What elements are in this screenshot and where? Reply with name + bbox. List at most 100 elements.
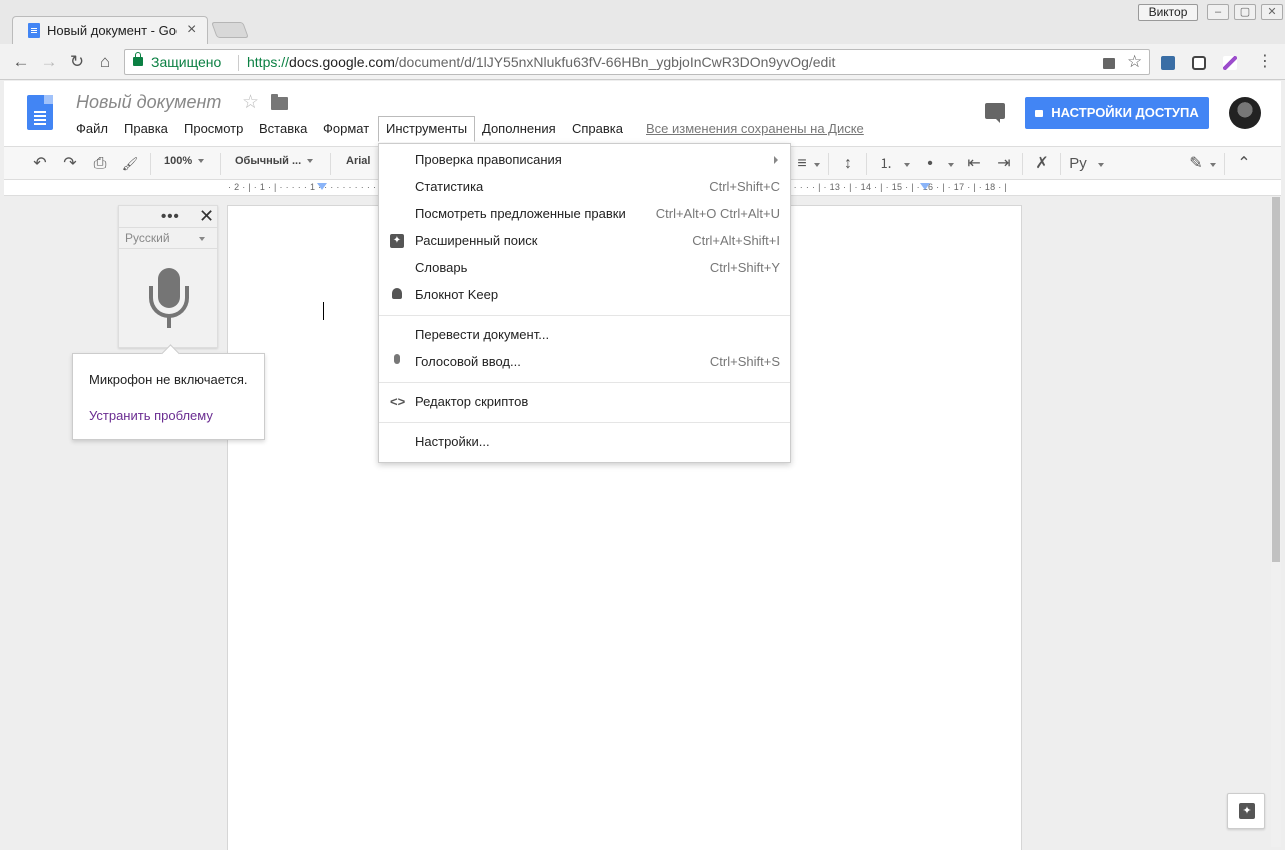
browser-menu-icon[interactable]: ⋮ [1255, 52, 1275, 72]
menu-item-shortcut: Ctrl+Alt+Shift+I [692, 233, 780, 248]
menu-item-preferences[interactable]: Настройки... [379, 429, 790, 456]
chevron-down-icon[interactable] [904, 163, 910, 167]
paint-format-icon[interactable]: 🖌 [120, 154, 140, 174]
close-icon[interactable]: ✕ [199, 206, 214, 227]
collapse-menu-icon[interactable]: ⌃ [1234, 154, 1254, 174]
profile-name-badge[interactable]: Виктор [1138, 4, 1198, 21]
keep-extension-icon[interactable] [1192, 56, 1206, 70]
reload-icon[interactable]: ↻ [67, 52, 87, 72]
omnibox-divider [238, 55, 239, 71]
share-button[interactable]: НАСТРОЙКИ ДОСТУПА [1025, 97, 1209, 129]
editing-mode-icon[interactable]: ✎ [1186, 154, 1206, 174]
star-document-icon[interactable]: ☆ [242, 91, 259, 114]
style-select[interactable]: Обычный ... [235, 155, 314, 167]
browser-tab[interactable]: Новый документ - Google Документы × [12, 16, 208, 44]
zoom-select[interactable]: 100% [164, 155, 205, 167]
menu-file[interactable]: Файл [69, 119, 115, 141]
maximize-button[interactable]: ▢ [1234, 4, 1256, 20]
home-icon[interactable]: ⌂ [95, 52, 115, 72]
menu-view[interactable]: Просмотр [177, 119, 250, 141]
vertical-scrollbar[interactable] [1271, 197, 1281, 847]
decrease-indent-icon[interactable]: ⇤ [964, 154, 984, 174]
save-jpg-extension-icon[interactable] [1161, 56, 1175, 70]
menu-help[interactable]: Справка [565, 119, 630, 141]
bookmark-star-icon[interactable]: ☆ [1127, 52, 1142, 72]
browser-titlebar: Новый документ - Google Документы × Викт… [0, 0, 1285, 44]
menu-item-script-editor[interactable]: <> Редактор скриптов [379, 389, 790, 416]
menu-item-review-suggestions[interactable]: Посмотреть предложенные правки Ctrl+Alt+… [379, 201, 790, 228]
menu-addons[interactable]: Дополнения [475, 119, 563, 141]
chevron-down-icon[interactable] [948, 163, 954, 167]
document-title[interactable]: Новый документ [76, 92, 221, 113]
input-tools-icon[interactable]: Ру [1066, 154, 1090, 174]
redo-icon[interactable]: ↷ [60, 154, 80, 174]
back-icon[interactable]: ← [11, 52, 31, 72]
menu-item-voice-typing[interactable]: Голосовой ввод... Ctrl+Shift+S [379, 349, 790, 376]
menu-tools[interactable]: Инструменты [378, 116, 476, 142]
docs-logo-icon[interactable] [27, 95, 53, 130]
tab-close-icon[interactable]: × [187, 21, 196, 39]
chevron-down-icon [307, 159, 314, 164]
saved-status-link[interactable]: Все изменения сохранены на Диске [646, 121, 864, 136]
lock-icon [1035, 110, 1044, 117]
menu-item-label: Перевести документ... [415, 327, 550, 342]
menu-edit[interactable]: Правка [117, 119, 175, 141]
explore-icon: ✦ [1239, 803, 1255, 819]
bulleted-list-icon[interactable]: • [920, 154, 940, 174]
share-button-label: НАСТРОЙКИ ДОСТУПА [1051, 105, 1199, 120]
minimize-button[interactable]: – [1207, 4, 1229, 20]
chevron-down-icon[interactable] [1098, 163, 1104, 167]
explore-button[interactable]: ✦ [1227, 793, 1265, 829]
toolbar-divider [220, 153, 221, 175]
language-select[interactable]: Русский [119, 227, 217, 249]
address-bar[interactable]: Защищено https://docs.google.com/documen… [124, 49, 1150, 75]
comments-icon[interactable] [985, 103, 1005, 123]
text-cursor [323, 302, 324, 320]
scrollbar-thumb[interactable] [1272, 197, 1280, 562]
menu-item-label: Посмотреть предложенные правки [415, 206, 626, 221]
close-window-button[interactable]: ✕ [1261, 4, 1283, 20]
menu-item-keep-notepad[interactable]: Блокнот Keep [379, 282, 790, 309]
line-spacing-icon[interactable]: ↕ [838, 154, 858, 174]
toolbar-divider [1224, 153, 1225, 175]
toolbar-divider [330, 153, 331, 175]
font-select[interactable]: Arial [346, 155, 370, 167]
menu-item-shortcut: Ctrl+Shift+S [709, 354, 780, 369]
forward-icon[interactable]: → [39, 52, 59, 72]
menu-item-label: Редактор скриптов [415, 394, 529, 409]
menu-item-label: Статистика [415, 179, 484, 194]
docs-header: Новый документ ☆ Файл Правка Просмотр Вс… [4, 81, 1281, 146]
left-indent-marker[interactable] [317, 183, 327, 190]
folder-icon[interactable] [271, 94, 288, 110]
menu-item-shortcut: Ctrl+Shift+Y [709, 260, 780, 275]
chevron-down-icon[interactable] [1210, 163, 1216, 167]
menu-item-spelling[interactable]: Проверка правописания [379, 147, 790, 174]
menu-insert[interactable]: Вставка [252, 119, 314, 141]
menu-item-label: Проверка правописания [415, 152, 562, 167]
menu-item-dictionary[interactable]: Словарь Ctrl+Shift+Y [379, 255, 790, 282]
numbered-list-icon[interactable]: ⒈ [876, 154, 896, 174]
feather-extension-icon[interactable] [1223, 56, 1237, 70]
menu-item-explore[interactable]: ✦ Расширенный поиск Ctrl+Alt+Shift+I [379, 228, 790, 255]
align-icon[interactable]: ≡ [792, 154, 812, 174]
tab-title: Новый документ - Google Документы [47, 23, 177, 38]
menu-item-translate[interactable]: Перевести документ... [379, 322, 790, 349]
new-tab-button[interactable] [211, 22, 249, 38]
increase-indent-icon[interactable]: ⇥ [994, 154, 1014, 174]
toolbar-divider [1060, 153, 1061, 175]
submenu-arrow-icon [774, 156, 778, 164]
menu-format[interactable]: Формат [316, 119, 376, 141]
url-text[interactable]: https://docs.google.com/document/d/1lJY5… [247, 54, 835, 70]
menu-separator [379, 315, 790, 316]
more-options-icon[interactable]: ••• [161, 208, 180, 225]
menu-item-word-count[interactable]: Статистика Ctrl+Shift+C [379, 174, 790, 201]
undo-icon[interactable]: ↶ [30, 154, 50, 174]
right-indent-marker[interactable] [920, 183, 930, 190]
avatar[interactable] [1229, 97, 1261, 129]
troubleshoot-link[interactable]: Устранить проблему [89, 408, 213, 423]
chevron-down-icon[interactable] [814, 163, 820, 167]
microphone-icon[interactable] [147, 268, 191, 332]
blocked-popup-icon[interactable] [1103, 58, 1115, 69]
clear-formatting-icon[interactable]: ✗ [1032, 154, 1052, 174]
print-icon[interactable]: ⎙ [90, 154, 110, 174]
